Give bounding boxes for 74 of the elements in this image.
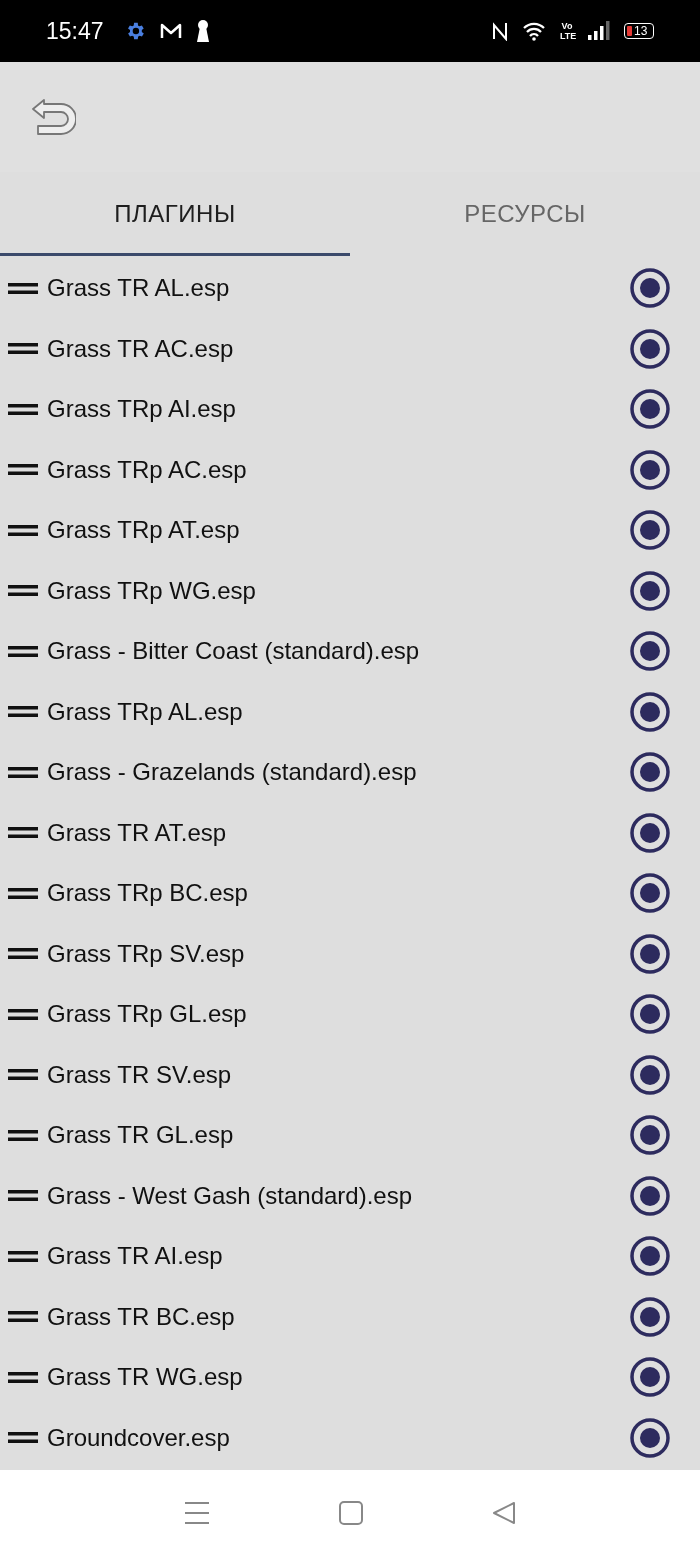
drag-handle-icon[interactable]: [8, 645, 38, 657]
plugin-name: Grass TR BC.esp: [47, 1302, 236, 1331]
drag-handle-icon[interactable]: [8, 766, 38, 778]
clock: 15:47: [46, 17, 104, 45]
plugin-name: Grass TRp AI.esp: [47, 395, 237, 424]
plugin-name: Grass TR AT.esp: [47, 818, 228, 847]
radio-button[interactable]: [630, 873, 670, 914]
drag-handle-icon[interactable]: [8, 827, 38, 839]
radio-button[interactable]: [630, 752, 670, 793]
plugin-name: Grass TRp WG.esp: [47, 576, 257, 605]
plugin-name: Grass TRp AL.esp: [47, 697, 244, 726]
radio-button[interactable]: [630, 328, 670, 369]
radio-button[interactable]: [630, 389, 670, 430]
radio-button[interactable]: [630, 812, 670, 853]
radio-button[interactable]: [630, 1296, 670, 1337]
plugin-name: Grass TRp SV.esp: [47, 939, 246, 968]
radio-button[interactable]: [630, 570, 670, 611]
nfc-icon: [492, 21, 508, 41]
back-icon[interactable]: [30, 97, 76, 137]
radio-button[interactable]: [630, 510, 670, 551]
menu-icon[interactable]: [184, 1501, 211, 1525]
radio-button[interactable]: [630, 1236, 670, 1277]
radio-button[interactable]: [630, 994, 670, 1035]
plugin-name: Grass TR AI.esp: [47, 1242, 224, 1271]
radio-button[interactable]: [630, 268, 670, 309]
drag-handle-icon[interactable]: [8, 1311, 38, 1323]
home-icon[interactable]: [339, 1501, 363, 1525]
plugin-name: Grass - West Gash (standard).esp: [47, 1181, 413, 1210]
drag-handle-icon[interactable]: [8, 887, 38, 899]
drag-handle-icon[interactable]: [8, 1190, 38, 1202]
plugin-name: Grass TRp AT.esp: [47, 516, 241, 545]
tab[interactable]: ПЛАГИНЫ: [0, 172, 350, 256]
drag-handle-icon[interactable]: [8, 282, 38, 294]
drag-handle-icon[interactable]: [8, 948, 38, 960]
radio-button[interactable]: [630, 933, 670, 974]
plugin-name: Grass TR AL.esp: [47, 274, 231, 303]
radio-button[interactable]: [630, 1115, 670, 1156]
plugin-name: Grass TR WG.esp: [47, 1363, 244, 1392]
drag-handle-icon[interactable]: [8, 403, 38, 415]
drag-handle-icon[interactable]: [8, 706, 38, 718]
tab[interactable]: РЕСУРСЫ: [350, 172, 700, 256]
radio-button[interactable]: [630, 1357, 670, 1398]
radio-button[interactable]: [630, 631, 670, 672]
drag-handle-icon[interactable]: [8, 524, 38, 536]
plugin-name: Grass TRp BC.esp: [47, 879, 249, 908]
drag-handle-icon[interactable]: [8, 585, 38, 597]
plugin-name: Grass TR AC.esp: [47, 334, 235, 363]
drag-handle-icon[interactable]: [8, 464, 38, 476]
signal-icon: [588, 21, 610, 41]
plugin-name: Grass - Grazelands (standard).esp: [47, 758, 418, 787]
drag-handle-icon[interactable]: [8, 1371, 38, 1383]
drag-handle-icon[interactable]: [8, 343, 38, 355]
plugin-name: Grass TR SV.esp: [47, 1060, 233, 1089]
plugin-name: Grass TRp GL.esp: [47, 1000, 248, 1029]
drag-handle-icon[interactable]: [8, 1069, 38, 1081]
drag-handle-icon[interactable]: [8, 1432, 38, 1444]
radio-button[interactable]: [630, 1175, 670, 1216]
wifi-icon: [522, 21, 546, 41]
mail-icon: [159, 22, 182, 40]
drag-handle-icon[interactable]: [8, 1008, 38, 1020]
drag-handle-icon[interactable]: [8, 1129, 38, 1141]
radio-button[interactable]: [630, 691, 670, 732]
plugin-name: Grass - Bitter Coast (standard).esp: [47, 637, 421, 666]
plugin-name: Grass TRp AC.esp: [47, 455, 248, 484]
drag-handle-icon[interactable]: [8, 1250, 38, 1262]
back-triangle-icon[interactable]: [491, 1501, 516, 1525]
plugin-name: Groundcover.esp: [47, 1423, 231, 1452]
radio-button[interactable]: [630, 1054, 670, 1095]
keyhole-icon: [195, 20, 210, 42]
radio-button[interactable]: [630, 1417, 670, 1458]
battery-indicator: 13: [624, 23, 654, 39]
plugin-name: Grass TR GL.esp: [47, 1121, 235, 1150]
radio-button[interactable]: [630, 449, 670, 490]
volte-label: Vo LTE: [560, 21, 574, 41]
